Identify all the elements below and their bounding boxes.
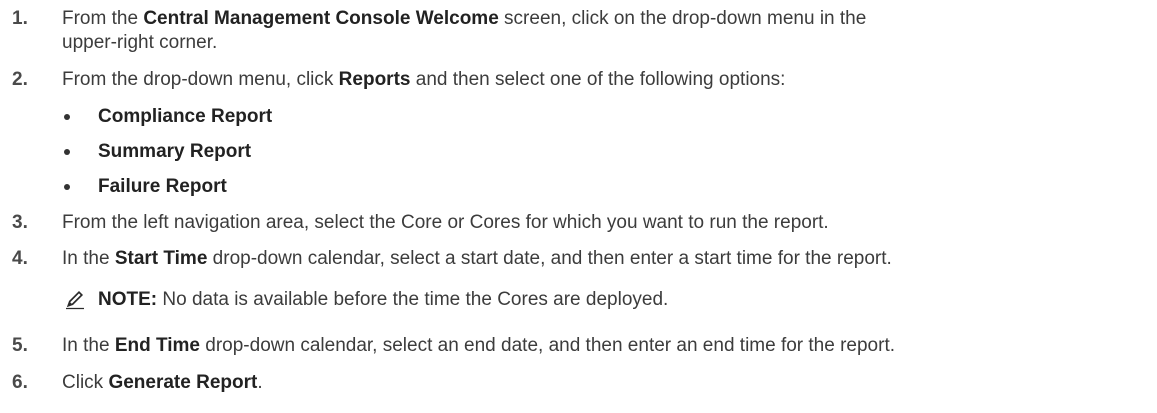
bullet-icon	[64, 184, 70, 190]
step-text-part: Click	[62, 372, 109, 393]
note-body: No data is available before the time the…	[157, 289, 669, 310]
step-text-part: In the	[62, 248, 115, 269]
option-label: Summary Report	[98, 141, 252, 162]
step-text: From the left navigation area, select th…	[62, 212, 829, 233]
list-item: Summary Report	[0, 140, 1157, 164]
bullet-icon	[64, 149, 70, 155]
step-number: 5.	[12, 335, 28, 356]
step-number: 6.	[12, 372, 28, 393]
step-text-part: .	[257, 372, 263, 393]
step-text-part: drop-down calendar, select a start date,…	[207, 248, 892, 269]
option-label: Failure Report	[98, 176, 227, 197]
bullet-icon	[64, 114, 70, 120]
procedure-document: 1. From the Central Management Console W…	[0, 0, 1157, 413]
ui-term: Start Time	[114, 248, 208, 269]
ui-term: Generate Report	[108, 372, 258, 393]
step-number: 3.	[12, 212, 28, 233]
list-item: Failure Report	[0, 175, 1157, 199]
step-text: In the End Time drop-down calendar, sele…	[62, 334, 1142, 358]
step-text: From the Central Management Console Welc…	[62, 7, 1142, 55]
step-text-part: and then select one of the following opt…	[410, 69, 786, 90]
step-text-part: upper-right corner.	[62, 32, 218, 53]
step-text-part: From the drop-down menu, click	[62, 69, 339, 90]
step-text: Click Generate Report.	[62, 371, 1142, 395]
step-text-part: From the	[62, 8, 144, 29]
ui-term: End Time	[114, 335, 200, 356]
step-number: 1.	[12, 8, 28, 29]
note-pencil-icon	[64, 288, 86, 310]
step-text: From the drop-down menu, click Reports a…	[62, 68, 1142, 92]
option-label: Compliance Report	[98, 106, 273, 127]
step-text: In the Start Time drop-down calendar, se…	[62, 247, 1142, 271]
ui-term: Reports	[338, 69, 411, 90]
note-text: NOTE: No data is available before the ti…	[98, 288, 668, 312]
note: NOTE: No data is available before the ti…	[0, 286, 1157, 314]
step-number: 4.	[12, 248, 28, 269]
step-text-part: screen, click on the drop-down menu in t…	[498, 8, 867, 29]
note-label: NOTE:	[98, 289, 158, 310]
step-number: 2.	[12, 69, 28, 90]
list-item: Compliance Report	[0, 105, 1157, 129]
step-text-part: drop-down calendar, select an end date, …	[200, 335, 896, 356]
ui-term: Central Management Console Welcome	[143, 8, 499, 29]
step-text-part: In the	[62, 335, 115, 356]
